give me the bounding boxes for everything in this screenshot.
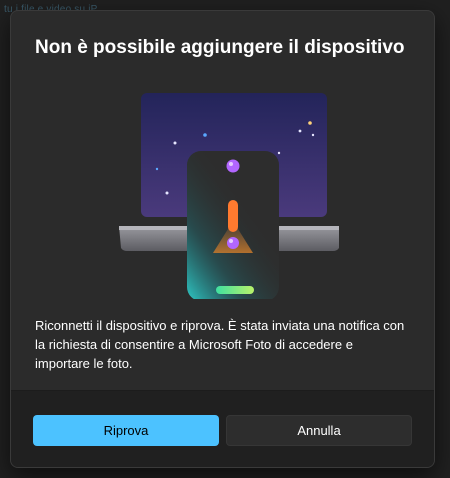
- device-disconnected-illustration: [119, 93, 339, 299]
- star-icon: [311, 133, 315, 137]
- star-icon: [298, 129, 302, 133]
- retry-button[interactable]: Riprova: [33, 415, 219, 446]
- dialog-title: Non è possibile aggiungere il dispositiv…: [35, 37, 405, 58]
- cancel-button[interactable]: Annulla: [226, 415, 412, 446]
- star-icon: [165, 191, 169, 195]
- star-icon: [308, 121, 312, 125]
- dialog-footer: Riprova Annulla: [11, 390, 434, 467]
- star-icon: [155, 167, 159, 171]
- star-icon: [173, 141, 177, 145]
- star-icon: [277, 151, 281, 155]
- star-icon: [203, 133, 207, 137]
- error-dialog: Non è possibile aggiungere il dispositiv…: [10, 10, 435, 468]
- dialog-message: Riconnetti il dispositivo e riprova. È s…: [35, 318, 405, 371]
